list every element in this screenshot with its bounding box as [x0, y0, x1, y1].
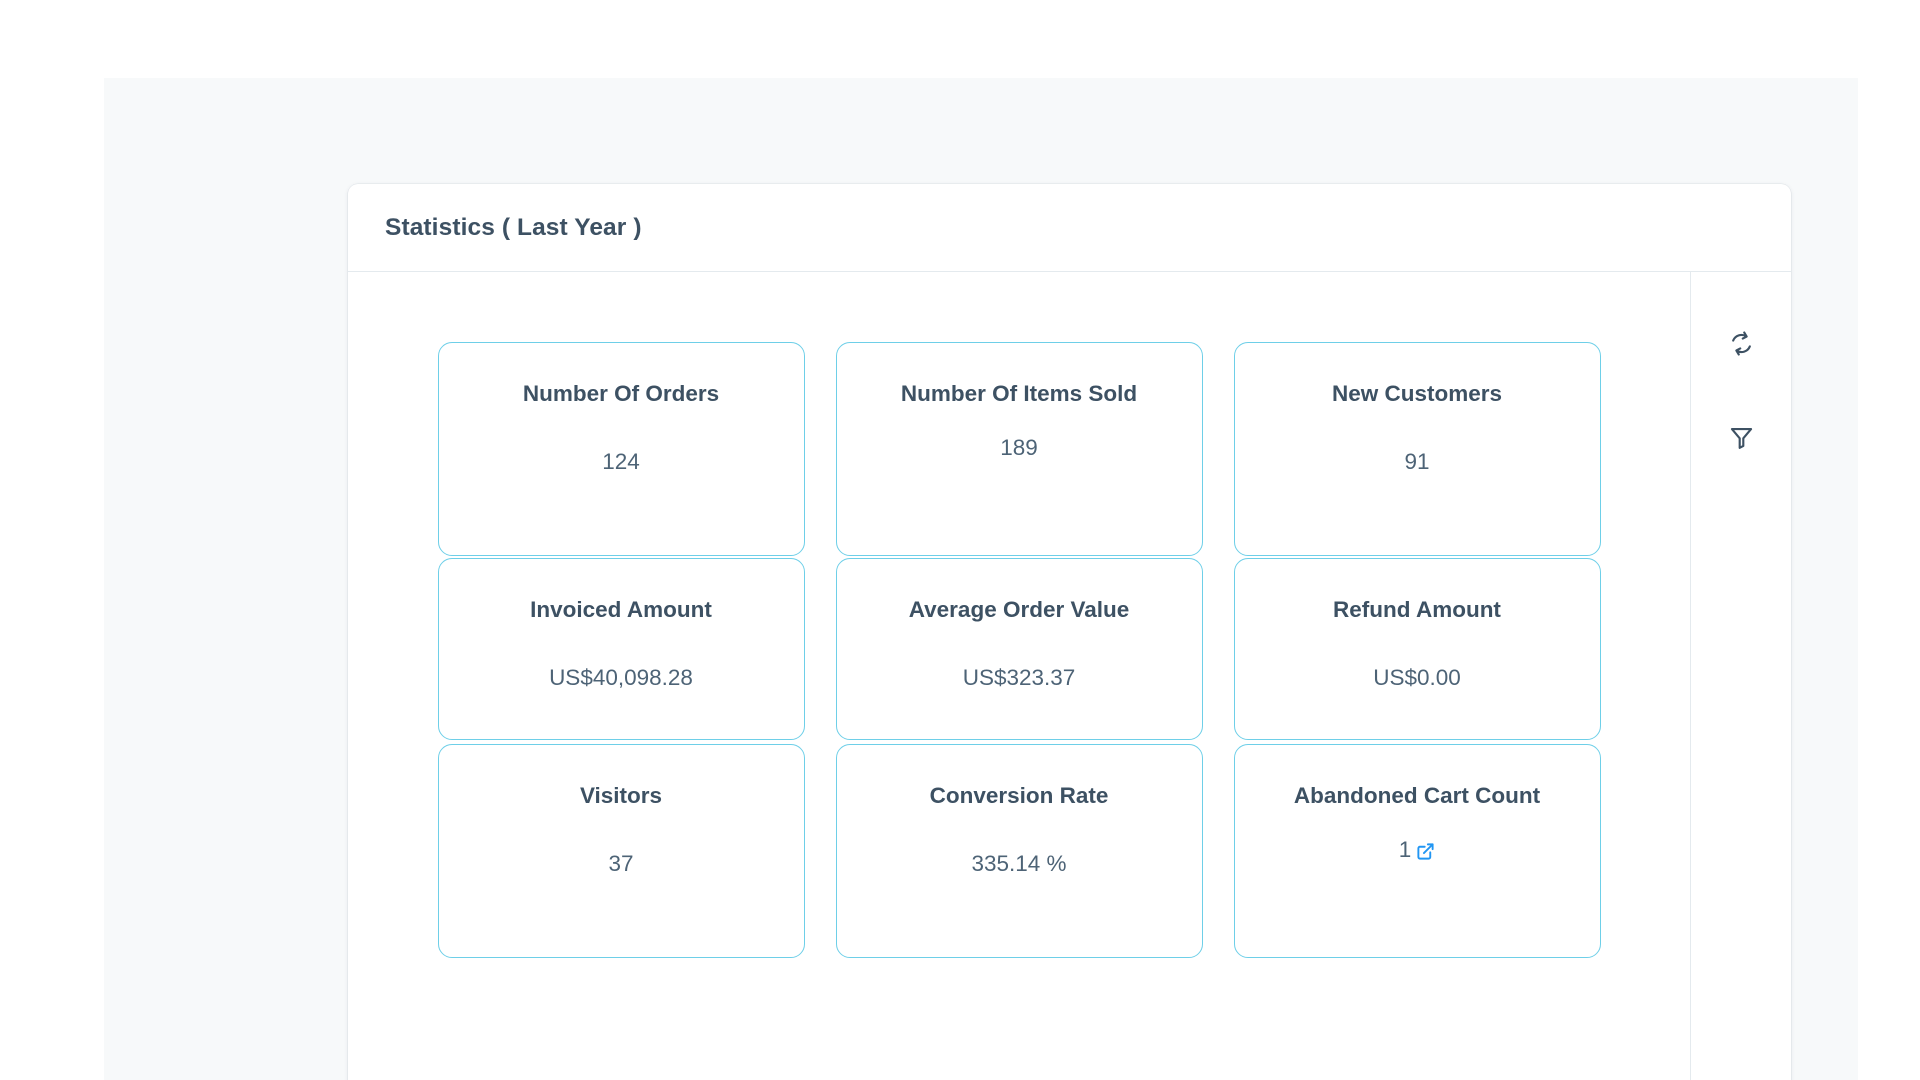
stat-card-value-text: 1	[1398, 837, 1412, 862]
filter-icon	[1728, 424, 1755, 451]
refresh-button[interactable]	[1718, 320, 1764, 366]
stat-cell: Visitors 37	[437, 744, 805, 966]
stat-card-value: US$40,098.28	[549, 665, 693, 691]
stat-cell: Abandoned Cart Count 1	[1233, 744, 1601, 966]
stat-card-average-order-value[interactable]: Average Order Value US$323.37	[835, 558, 1203, 740]
stat-card-label: Average Order Value	[908, 597, 1130, 622]
stat-card-value-text: 37	[608, 851, 634, 876]
stat-card-value-text: US$323.37	[962, 665, 1076, 690]
stat-card-label: Number Of Orders	[522, 381, 720, 406]
stat-card-label: New Customers	[1331, 381, 1503, 406]
stat-card-label: Number Of Items Sold	[900, 381, 1138, 406]
stat-cell: Number Of Orders 124	[437, 342, 805, 558]
app-root: Statistics ( Last Year ) Number Of Order…	[0, 0, 1920, 1080]
stat-cell: Number Of Items Sold 189	[835, 342, 1203, 558]
stat-card-label: Invoiced Amount	[530, 597, 712, 622]
stat-card-value: 1	[1399, 837, 1436, 863]
side-toolbar	[1690, 272, 1791, 1080]
stat-card-value: 91	[1404, 449, 1429, 475]
stat-cell: Conversion Rate 335.14 %	[835, 744, 1203, 966]
page-title: Statistics ( Last Year )	[385, 213, 642, 241]
stat-card-conversion-rate[interactable]: Conversion Rate 335.14 %	[835, 744, 1203, 958]
panel-body: Number Of Orders 124 Number Of Items Sol…	[348, 272, 1791, 1080]
statistics-area: Number Of Orders 124 Number Of Items Sol…	[348, 272, 1690, 1080]
stat-card-refund-amount[interactable]: Refund Amount US$0.00	[1233, 558, 1601, 740]
stat-card-number-of-orders[interactable]: Number Of Orders 124	[437, 342, 805, 556]
stat-card-value-text: 189	[1000, 435, 1038, 460]
stat-card-value: 37	[608, 851, 633, 877]
external-link-icon[interactable]	[1416, 842, 1435, 861]
stat-card-value: 124	[602, 449, 640, 475]
stat-card-new-customers[interactable]: New Customers 91	[1233, 342, 1601, 556]
stat-card-value: 335.14 %	[971, 851, 1066, 877]
panel-header: Statistics ( Last Year )	[348, 184, 1791, 272]
stat-card-value-text: 335.14 %	[971, 851, 1067, 876]
stat-cell: Invoiced Amount US$40,098.28	[437, 558, 805, 744]
stat-cell: Refund Amount US$0.00	[1233, 558, 1601, 744]
stat-card-label: Conversion Rate	[929, 783, 1109, 808]
stat-card-value-text: 91	[1404, 449, 1430, 474]
stat-card-value-text: US$0.00	[1373, 665, 1461, 690]
stat-cell: Average Order Value US$323.37	[835, 558, 1203, 744]
page-canvas: Statistics ( Last Year ) Number Of Order…	[104, 78, 1858, 1080]
stat-card-invoiced-amount[interactable]: Invoiced Amount US$40,098.28	[437, 558, 805, 740]
stat-card-value: US$0.00	[1373, 665, 1461, 691]
filter-button[interactable]	[1718, 414, 1764, 460]
stat-card-label: Abandoned Cart Count	[1293, 783, 1541, 808]
stat-card-value-text: 124	[602, 449, 640, 474]
stat-card-value: 189	[1000, 435, 1038, 461]
stat-card-value-text: US$40,098.28	[549, 665, 693, 690]
stat-card-label: Refund Amount	[1333, 597, 1501, 622]
stat-card-visitors[interactable]: Visitors 37	[437, 744, 805, 958]
stat-card-label: Visitors	[579, 783, 663, 808]
stat-card-abandoned-cart-count[interactable]: Abandoned Cart Count 1	[1233, 744, 1601, 958]
statistics-grid: Number Of Orders 124 Number Of Items Sol…	[437, 342, 1601, 966]
statistics-panel: Statistics ( Last Year ) Number Of Order…	[348, 184, 1791, 1080]
stat-card-number-of-items-sold[interactable]: Number Of Items Sold 189	[835, 342, 1203, 556]
stat-card-value: US$323.37	[963, 665, 1076, 691]
refresh-icon	[1728, 330, 1755, 357]
stat-cell: New Customers 91	[1233, 342, 1601, 558]
